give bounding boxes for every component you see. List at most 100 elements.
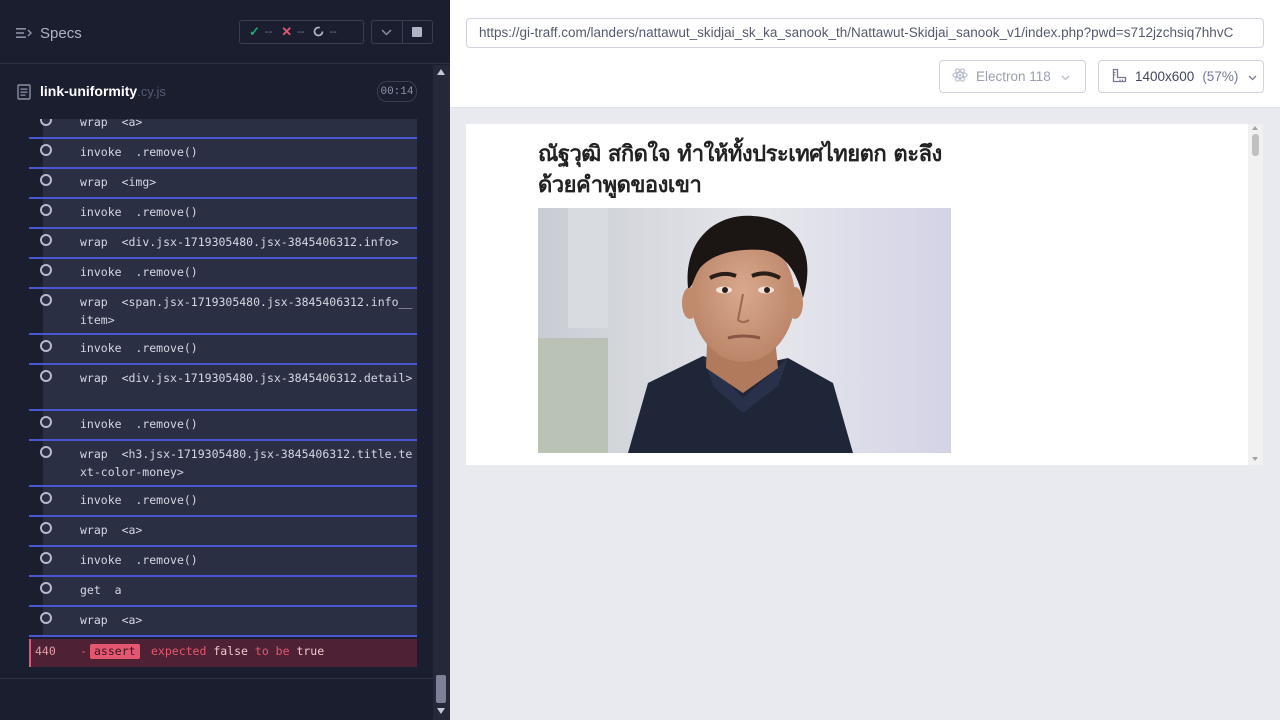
app-scrollbar[interactable]: [1248, 124, 1263, 465]
command-row[interactable]: invoke .remove(): [29, 411, 417, 441]
command-row[interactable]: invoke .remove(): [29, 335, 417, 365]
command-message: <a>: [121, 523, 143, 537]
command-name: invoke: [80, 493, 122, 507]
command-text: get a: [80, 581, 413, 599]
viewport-scale: (57%): [1202, 69, 1239, 84]
command-name: invoke: [80, 417, 122, 431]
specs-label: Specs: [40, 24, 82, 42]
runner-header: https://gi-traff.com/landers/nattawut_sk…: [450, 0, 1280, 108]
x-icon: ✕: [281, 24, 293, 39]
assert-msg-pre: expected: [151, 644, 207, 658]
command-message: .remove(): [135, 417, 198, 431]
specs-button[interactable]: Specs: [16, 22, 82, 44]
command-pending-icon: [40, 522, 52, 534]
command-text: wrap <img>: [80, 173, 413, 191]
run-controls: [371, 20, 433, 44]
command-name: wrap: [80, 119, 108, 129]
assert-msg-val2: true: [296, 644, 325, 658]
ruler-icon: [1112, 68, 1127, 86]
reporter-panel: Specs ✓ -- ✕ -- -- link-uniformity.cy.js…: [0, 0, 450, 720]
spec-header: link-uniformity.cy.js 00:14: [0, 65, 433, 119]
command-row[interactable]: invoke .remove(): [29, 199, 417, 229]
command-message: .remove(): [135, 265, 198, 279]
article-headline: ณัฐวุฒิ สกิดใจ ทำให้ทั้งประเทศไทยตก ตะลึ…: [538, 142, 942, 198]
command-message: <a>: [121, 613, 143, 627]
browser-selector[interactable]: Electron 118: [939, 60, 1086, 93]
command-row[interactable]: invoke .remove(): [29, 139, 417, 169]
command-row[interactable]: wrap <a>: [29, 607, 417, 637]
command-log-scrollbar[interactable]: [433, 65, 450, 720]
command-pending-icon: [40, 552, 52, 564]
command-pending-icon: [40, 144, 52, 156]
command-name: invoke: [80, 553, 122, 567]
command-row[interactable]: wrap <a>: [29, 517, 417, 547]
command-message: <div.jsx-1719305480.jsx-3845406312.detai…: [121, 371, 413, 385]
command-message: a: [114, 583, 122, 597]
command-row[interactable]: invoke .remove(): [29, 487, 417, 517]
command-pending-icon: [40, 582, 52, 594]
command-text: invoke .remove(): [80, 263, 413, 281]
command-pending-icon: [40, 340, 52, 352]
command-row[interactable]: invoke .remove(): [29, 259, 417, 289]
spec-name: link-uniformity: [40, 83, 138, 99]
command-number: 440: [35, 644, 56, 658]
command-pending-icon: [40, 446, 52, 458]
command-pending-icon: [40, 204, 52, 216]
command-text: wrap <a>: [80, 611, 413, 629]
scrollbar-thumb[interactable]: [436, 675, 446, 703]
assert-dash: -: [80, 644, 87, 658]
command-name: wrap: [80, 613, 108, 627]
app-scrollbar-thumb[interactable]: [1252, 134, 1259, 156]
stop-icon: [412, 27, 423, 37]
command-message: .remove(): [135, 205, 198, 219]
command-name: get: [80, 583, 101, 597]
command-row[interactable]: invoke .remove(): [29, 547, 417, 577]
command-text: wrap <div.jsx-1719305480.jsx-3845406312.…: [80, 233, 413, 251]
failed-stat: ✕ --: [281, 24, 304, 40]
command-message: <div.jsx-1719305480.jsx-3845406312.info>: [121, 235, 399, 249]
viewport-selector[interactable]: 1400x600 (57%): [1098, 60, 1264, 93]
command-message: .remove(): [135, 341, 198, 355]
command-row[interactable]: wrap <img>: [29, 169, 417, 199]
chevron-down-icon: [1248, 69, 1257, 84]
scroll-up-arrow-icon[interactable]: [1252, 126, 1258, 130]
spinner-icon: [313, 25, 324, 40]
scroll-down-arrow-icon[interactable]: [1252, 457, 1258, 461]
divider: [0, 678, 433, 679]
command-pending-icon: [40, 119, 52, 126]
assert-msg-mid: to be: [254, 644, 290, 658]
scroll-up-arrow-icon[interactable]: [437, 69, 445, 75]
command-row[interactable]: wrap <div.jsx-1719305480.jsx-3845406312.…: [29, 365, 417, 411]
command-row[interactable]: wrap <div.jsx-1719305480.jsx-3845406312.…: [29, 229, 417, 259]
scroll-down-arrow-icon[interactable]: [437, 708, 445, 714]
command-name: wrap: [80, 295, 108, 309]
expand-button[interactable]: [372, 21, 402, 43]
command-text: wrap <a>: [80, 521, 413, 539]
passed-count: --: [264, 26, 273, 38]
command-row[interactable]: get a: [29, 577, 417, 607]
command-pending-icon: [40, 612, 52, 624]
command-name: wrap: [80, 523, 108, 537]
command-pending-icon: [40, 492, 52, 504]
command-name: invoke: [80, 265, 122, 279]
command-name: wrap: [80, 371, 108, 385]
chevron-down-icon: [381, 23, 393, 41]
command-name: invoke: [80, 341, 122, 355]
chevron-down-icon: [1061, 69, 1070, 84]
failed-count: --: [297, 26, 305, 38]
command-text: wrap <span.jsx-1719305480.jsx-3845406312…: [80, 293, 413, 329]
command-row[interactable]: wrap <a>: [29, 119, 417, 139]
command-row[interactable]: wrap <h3.jsx-1719305480.jsx-3845406312.t…: [29, 441, 417, 487]
spec-title: link-uniformity.cy.js: [40, 83, 166, 99]
command-log: wrap <a> invoke .remove() wrap <img> invoke…: [29, 119, 417, 667]
app-under-test-frame[interactable]: ณัฐวุฒิ สกิดใจ ทำให้ทั้งประเทศไทยตก ตะลึ…: [466, 124, 1263, 465]
stop-button[interactable]: [401, 21, 432, 43]
command-row[interactable]: wrap <span.jsx-1719305480.jsx-3845406312…: [29, 289, 417, 335]
url-bar[interactable]: https://gi-traff.com/landers/nattawut_sk…: [466, 18, 1264, 48]
command-message: <img>: [121, 175, 157, 189]
command-pending-icon: [40, 234, 52, 246]
failed-assert-command[interactable]: 440 - assert expected false to be true: [29, 639, 417, 667]
command-message: <h3.jsx-1719305480.jsx-3845406312.title.…: [80, 447, 413, 479]
command-name: wrap: [80, 447, 108, 461]
electron-icon: [952, 67, 968, 86]
